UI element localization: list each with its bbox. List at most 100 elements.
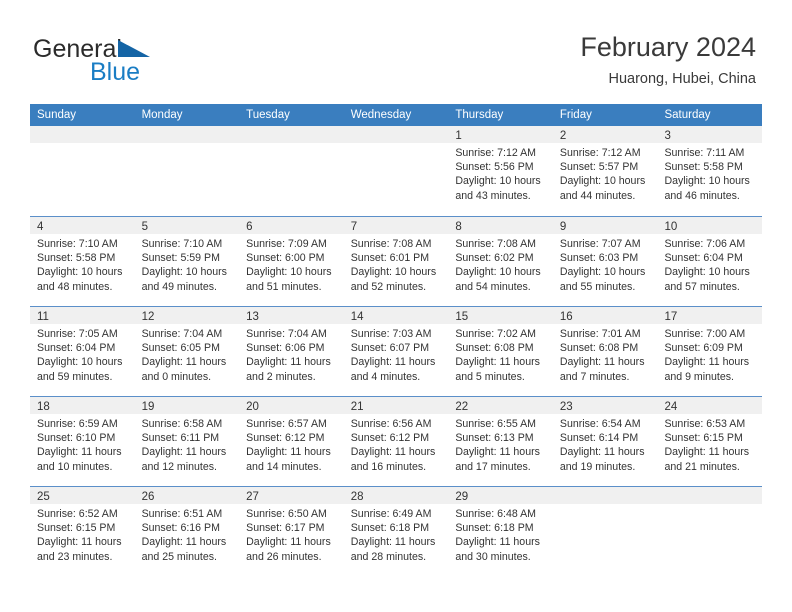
- calendar-day-cell[interactable]: 20 Sunrise: 6:57 AM Sunset: 6:12 PM Dayligh…: [239, 397, 344, 486]
- calendar-day-cell[interactable]: 7 Sunrise: 7:08 AM Sunset: 6:01 PM Daylight…: [343, 217, 449, 306]
- calendar-day-cell[interactable]: 10 Sunrise: 7:06 AM Sunset: 6:04 PM Dayligh…: [657, 217, 763, 306]
- calendar-day-cell-empty: [552, 487, 658, 576]
- sunset-text: Sunset: 6:01 PM: [350, 252, 430, 265]
- daylight-text-line2: and 21 minutes.: [664, 460, 740, 473]
- calendar-day-cell[interactable]: 28 Sunrise: 6:49 AM Sunset: 6:18 PM Dayligh…: [343, 487, 449, 576]
- day-details: [344, 143, 449, 146]
- daylight-text-line1: Daylight: 10 hours: [37, 356, 123, 369]
- day-number: 8: [455, 221, 462, 233]
- daylight-text-line1: Daylight: 11 hours: [37, 536, 122, 549]
- calendar-day-cell[interactable]: 4 Sunrise: 7:10 AM Sunset: 5:58 PM Daylight…: [30, 217, 135, 306]
- calendar-day-cell[interactable]: 12 Sunrise: 7:04 AM Sunset: 6:05 PM Dayligh…: [134, 307, 240, 396]
- weekday-header-friday: Friday: [559, 109, 592, 121]
- sunrise-text: Sunrise: 7:08 AM: [455, 238, 536, 250]
- daylight-text-line1: Daylight: 10 hours: [455, 266, 541, 279]
- day-number-band: 29: [448, 487, 553, 504]
- calendar-weeks: 1 Sunrise: 7:12 AM Sunset: 5:56 PM Daylight…: [30, 126, 763, 576]
- day-details: Sunrise: 7:04 AM Sunset: 6:06 PM Daylight:…: [239, 324, 344, 384]
- daylight-text-line1: Daylight: 11 hours: [246, 536, 331, 549]
- day-number: 25: [37, 491, 50, 503]
- day-details: Sunrise: 6:49 AM Sunset: 6:18 PM Daylight:…: [344, 504, 449, 564]
- day-details: Sunrise: 7:05 AM Sunset: 6:04 PM Daylight:…: [30, 324, 135, 384]
- calendar-day-cell[interactable]: 15 Sunrise: 7:02 AM Sunset: 6:08 PM Dayligh…: [448, 307, 553, 396]
- daylight-text-line2: and 17 minutes.: [455, 460, 531, 473]
- day-number-band: 22: [448, 397, 553, 414]
- day-number: 29: [455, 491, 469, 503]
- calendar-day-cell[interactable]: 17 Sunrise: 7:00 AM Sunset: 6:09 PM Dayligh…: [657, 307, 763, 396]
- calendar-day-cell[interactable]: 14 Sunrise: 7:03 AM Sunset: 6:07 PM Dayligh…: [343, 307, 449, 396]
- day-number: 20: [246, 401, 259, 413]
- daylight-text-line2: and 23 minutes.: [37, 550, 113, 563]
- calendar-day-cell[interactable]: 2 Sunrise: 7:12 AM Sunset: 5:57 PM Daylight…: [552, 126, 658, 216]
- calendar-day-cell[interactable]: 5 Sunrise: 7:10 AM Sunset: 5:59 PM Daylight…: [134, 217, 240, 306]
- day-number-band: 7: [343, 217, 449, 234]
- calendar-day-cell[interactable]: 24 Sunrise: 6:53 AM Sunset: 6:15 PM Dayligh…: [657, 397, 763, 486]
- daylight-text-line1: Daylight: 10 hours: [559, 266, 646, 279]
- sunrise-text: Sunrise: 6:48 AM: [455, 508, 536, 520]
- daylight-text-line2: and 52 minutes.: [350, 280, 427, 293]
- day-number: 2: [559, 130, 567, 142]
- daylight-text-line1: Daylight: 10 hours: [559, 175, 646, 188]
- general-blue-logo[interactable]: General Blue: [33, 36, 263, 86]
- calendar-week-row: 18 Sunrise: 6:59 AM Sunset: 6:10 PM Dayligh…: [30, 396, 763, 486]
- day-details: Sunrise: 6:55 AM Sunset: 6:13 PM Daylight:…: [448, 414, 553, 474]
- day-details: Sunrise: 7:01 AM Sunset: 6:08 PM Daylight:…: [553, 324, 658, 384]
- sunset-text: Sunset: 6:02 PM: [455, 252, 534, 265]
- daylight-text-line2: and 48 minutes.: [37, 280, 113, 293]
- sunrise-text: Sunrise: 7:05 AM: [37, 328, 118, 340]
- day-details: Sunrise: 7:00 AM Sunset: 6:09 PM Daylight:…: [657, 324, 762, 384]
- day-number: 13: [246, 311, 259, 323]
- calendar-day-cell[interactable]: 6 Sunrise: 7:09 AM Sunset: 6:00 PM Daylight…: [239, 217, 344, 306]
- daylight-text-line1: Daylight: 10 hours: [664, 175, 750, 188]
- sunrise-text: Sunrise: 6:51 AM: [141, 508, 223, 520]
- day-details: Sunrise: 6:53 AM Sunset: 6:15 PM Daylight:…: [657, 414, 762, 474]
- sunset-text: Sunset: 6:17 PM: [246, 522, 325, 535]
- sunset-text: Sunset: 6:18 PM: [455, 522, 534, 535]
- day-number-band: 17: [657, 307, 763, 324]
- daylight-text-line2: and 10 minutes.: [37, 460, 113, 473]
- day-details: [135, 143, 240, 146]
- daylight-text-line1: Daylight: 10 hours: [246, 266, 332, 279]
- day-details: Sunrise: 6:50 AM Sunset: 6:17 PM Daylight:…: [239, 504, 344, 564]
- day-details: [239, 143, 344, 146]
- title-block: February 2024 Huarong, Hubei, China: [580, 30, 756, 89]
- calendar-day-cell[interactable]: 22 Sunrise: 6:55 AM Sunset: 6:13 PM Dayligh…: [448, 397, 553, 486]
- day-number-band: 6: [239, 217, 344, 234]
- calendar-day-cell[interactable]: 23 Sunrise: 6:54 AM Sunset: 6:14 PM Dayligh…: [552, 397, 658, 486]
- daylight-text-line2: and 57 minutes.: [664, 280, 740, 293]
- calendar-day-cell[interactable]: 29 Sunrise: 6:48 AM Sunset: 6:18 PM Dayligh…: [448, 487, 553, 576]
- day-number-band: 12: [134, 307, 240, 324]
- calendar-day-cell[interactable]: 1 Sunrise: 7:12 AM Sunset: 5:56 PM Daylight…: [448, 126, 553, 216]
- logo-text-blue: Blue: [90, 58, 141, 86]
- day-details: Sunrise: 7:11 AM Sunset: 5:58 PM Daylight:…: [657, 143, 762, 203]
- day-number-band: 21: [343, 397, 449, 414]
- daylight-text-line2: and 25 minutes.: [141, 550, 217, 563]
- calendar-day-cell[interactable]: 21 Sunrise: 6:56 AM Sunset: 6:12 PM Dayligh…: [343, 397, 449, 486]
- calendar-day-cell[interactable]: 9 Sunrise: 7:07 AM Sunset: 6:03 PM Daylight…: [552, 217, 658, 306]
- calendar-day-cell[interactable]: 25 Sunrise: 6:52 AM Sunset: 6:15 PM Dayligh…: [30, 487, 135, 576]
- calendar-day-cell[interactable]: 8 Sunrise: 7:08 AM Sunset: 6:02 PM Daylight…: [448, 217, 553, 306]
- day-number-band: 10: [657, 217, 763, 234]
- daylight-text-line1: Daylight: 10 hours: [350, 266, 437, 279]
- calendar-day-cell[interactable]: 3 Sunrise: 7:11 AM Sunset: 5:58 PM Daylight…: [657, 126, 763, 216]
- sunrise-text: Sunrise: 7:04 AM: [246, 328, 327, 340]
- page-header: General Blue February 2024 Huarong, Hube…: [0, 0, 792, 87]
- weekday-header-row: Sunday Monday Tuesday Wednesday Thursday Frid…: [30, 104, 762, 126]
- calendar-day-cell[interactable]: 18 Sunrise: 6:59 AM Sunset: 6:10 PM Dayligh…: [30, 397, 135, 486]
- day-details: Sunrise: 7:09 AM Sunset: 6:00 PM Daylight:…: [239, 234, 344, 294]
- calendar-day-cell[interactable]: 11 Sunrise: 7:05 AM Sunset: 6:04 PM Dayligh…: [30, 307, 135, 396]
- calendar-day-cell[interactable]: 27 Sunrise: 6:50 AM Sunset: 6:17 PM Dayligh…: [239, 487, 344, 576]
- day-number-band: 1: [448, 126, 553, 143]
- calendar-day-cell[interactable]: 26 Sunrise: 6:51 AM Sunset: 6:16 PM Dayligh…: [134, 487, 240, 576]
- day-number-band: 18: [30, 397, 135, 414]
- daylight-text-line1: Daylight: 11 hours: [37, 446, 122, 459]
- day-details: Sunrise: 7:10 AM Sunset: 5:58 PM Daylight:…: [30, 234, 135, 294]
- day-number-band: 13: [239, 307, 344, 324]
- calendar-day-cell[interactable]: 19 Sunrise: 6:58 AM Sunset: 6:11 PM Dayligh…: [134, 397, 240, 486]
- sunrise-text: Sunrise: 6:56 AM: [350, 418, 432, 430]
- sunset-text: Sunset: 5:56 PM: [455, 161, 534, 174]
- day-number: 6: [246, 221, 253, 233]
- calendar-day-cell[interactable]: 16 Sunrise: 7:01 AM Sunset: 6:08 PM Dayligh…: [552, 307, 658, 396]
- daylight-text-line2: and 5 minutes.: [455, 370, 525, 383]
- calendar-day-cell[interactable]: 13 Sunrise: 7:04 AM Sunset: 6:06 PM Dayligh…: [239, 307, 344, 396]
